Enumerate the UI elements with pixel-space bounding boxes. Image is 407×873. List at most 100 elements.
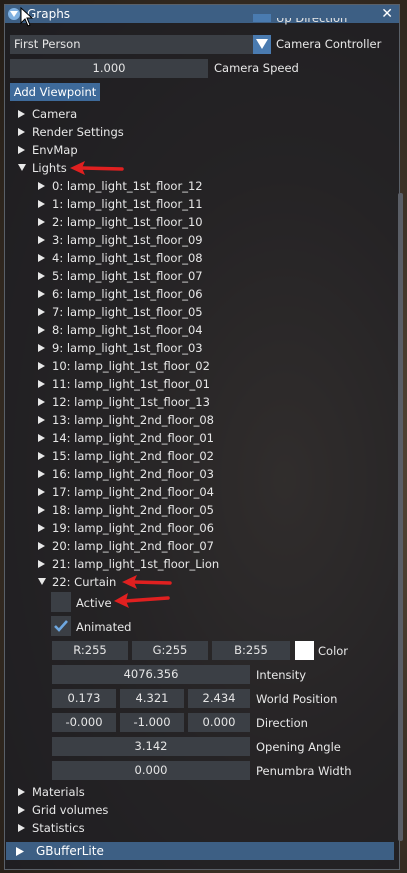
penumbra-width-input[interactable]: 0.000: [52, 761, 250, 780]
expand-arrow-icon: [16, 847, 24, 856]
expand-arrow-icon: [38, 267, 48, 285]
expand-arrow-icon: [38, 555, 48, 573]
section-label: EnvMap: [32, 143, 78, 157]
active-checkbox[interactable]: [51, 592, 71, 612]
expand-arrow-icon: [18, 141, 28, 159]
camera-speed-input[interactable]: 1.000: [10, 59, 208, 78]
collapse-icon[interactable]: [8, 8, 20, 20]
expand-arrow-icon: [38, 303, 48, 321]
checkmark-icon: [54, 620, 68, 632]
direction-y-input[interactable]: -1.000: [120, 713, 184, 732]
direction-z-input[interactable]: 0.000: [188, 713, 250, 732]
color-g-input[interactable]: G:255: [132, 641, 208, 660]
expand-arrow-icon: [38, 339, 48, 357]
expand-arrow-icon: [38, 393, 48, 411]
color-r-input[interactable]: R:255: [52, 641, 128, 660]
light-item-label: 12: lamp_light_1st_floor_13: [52, 395, 210, 409]
light-item-label: 16: lamp_light_2nd_floor_03: [52, 467, 214, 481]
light-item-label: 22: Curtain: [52, 575, 117, 589]
light-item-label: 9: lamp_light_1st_floor_03: [52, 341, 203, 355]
light-item-label: 21: lamp_light_1st_floor_Lion: [52, 557, 220, 571]
light-item-label: 15: lamp_light_2nd_floor_02: [52, 449, 214, 463]
section-label: Render Settings: [32, 125, 124, 139]
color-b-input[interactable]: B:255: [212, 641, 290, 660]
add-viewpoint-button[interactable]: Add Viewpoint: [10, 83, 100, 101]
color-swatch[interactable]: [295, 641, 314, 660]
light-item-label: 2: lamp_light_1st_floor_10: [52, 215, 203, 229]
expand-arrow-icon: [38, 411, 48, 429]
animated-checkbox[interactable]: [51, 616, 71, 636]
active-label: Active: [76, 596, 112, 610]
light-item-label: 10: lamp_light_1st_floor_02: [52, 359, 210, 373]
color-label: Color: [318, 644, 349, 658]
collapse-arrow-icon: [18, 159, 28, 177]
expand-arrow-icon: [38, 537, 48, 555]
expand-arrow-icon: [38, 357, 48, 375]
collapse-arrow-icon: [38, 573, 48, 591]
light-item-label: 5: lamp_light_1st_floor_07: [52, 269, 203, 283]
expand-arrow-icon: [38, 321, 48, 339]
light-item-label: 20: lamp_light_2nd_floor_07: [52, 539, 214, 553]
expand-arrow-icon: [18, 801, 28, 819]
animated-label: Animated: [76, 620, 132, 634]
expand-arrow-icon: [38, 447, 48, 465]
direction-label: Direction: [256, 716, 308, 730]
light-item-label: 1: lamp_light_1st_floor_11: [52, 197, 203, 211]
annotation-arrow-icon: [114, 593, 170, 608]
light-item-label: 18: lamp_light_2nd_floor_05: [52, 503, 214, 517]
light-item-label: 7: lamp_light_1st_floor_05: [52, 305, 203, 319]
light-item-label: 0: lamp_light_1st_floor_12: [52, 179, 203, 193]
penumbra-width-label: Penumbra Width: [256, 764, 352, 778]
camera-controller-dropdown-button[interactable]: [253, 35, 271, 54]
light-item-label: 19: lamp_light_2nd_floor_06: [52, 521, 214, 535]
expand-arrow-icon: [38, 231, 48, 249]
expand-arrow-icon: [18, 783, 28, 801]
world-position-label: World Position: [256, 692, 338, 706]
world-position-y-input[interactable]: 4.321: [120, 689, 184, 708]
gbufferlite-panel-header[interactable]: GBufferLite: [6, 842, 394, 860]
expand-arrow-icon: [38, 285, 48, 303]
light-item-label: 17: lamp_light_2nd_floor_04: [52, 485, 214, 499]
gbufferlite-title: GBufferLite: [36, 844, 104, 858]
expand-arrow-icon: [38, 177, 48, 195]
mouse-cursor-icon: [20, 7, 34, 27]
direction-x-input[interactable]: -0.000: [52, 713, 116, 732]
light-item-label: 8: lamp_light_1st_floor_04: [52, 323, 203, 337]
close-icon[interactable]: ✕: [381, 6, 393, 22]
up-direction-dropdown-button[interactable]: [253, 14, 271, 22]
annotation-arrow-icon: [122, 575, 172, 589]
light-item-label: 13: lamp_light_2nd_floor_08: [52, 413, 214, 427]
opening-angle-label: Opening Angle: [256, 740, 341, 754]
opening-angle-input[interactable]: 3.142: [52, 737, 250, 756]
camera-controller-label: Camera Controller: [276, 37, 382, 51]
expand-arrow-icon: [38, 249, 48, 267]
chevron-down-icon: [256, 39, 268, 49]
expand-arrow-icon: [38, 429, 48, 447]
intensity-label: Intensity: [256, 668, 307, 682]
world-position-z-input[interactable]: 2.434: [188, 689, 250, 708]
expand-arrow-icon: [38, 501, 48, 519]
light-item-label: 4: lamp_light_1st_floor_08: [52, 251, 203, 265]
light-item-label: 6: lamp_light_1st_floor_06: [52, 287, 203, 301]
expand-arrow-icon: [38, 519, 48, 537]
section-label: Statistics: [32, 821, 85, 835]
world-position-x-input[interactable]: 0.173: [52, 689, 116, 708]
camera-controller-select[interactable]: First Person: [10, 35, 253, 54]
section-label: Camera: [32, 107, 78, 121]
expand-arrow-icon: [18, 123, 28, 141]
section-label: Materials: [32, 785, 85, 799]
camera-speed-label: Camera Speed: [214, 61, 299, 75]
expand-arrow-icon: [38, 483, 48, 501]
light-item-label: 3: lamp_light_1st_floor_09: [52, 233, 203, 247]
expand-arrow-icon: [38, 213, 48, 231]
light-item-label: 11: lamp_light_1st_floor_01: [52, 377, 210, 391]
section-label: Grid volumes: [32, 803, 109, 817]
annotation-arrow-icon: [70, 161, 124, 175]
expand-arrow-icon: [18, 819, 28, 837]
section-label: Lights: [32, 161, 67, 175]
scrollbar[interactable]: [398, 193, 403, 841]
expand-arrow-icon: [38, 375, 48, 393]
expand-arrow-icon: [18, 105, 28, 123]
expand-arrow-icon: [38, 195, 48, 213]
intensity-input[interactable]: 4076.356: [52, 665, 250, 684]
